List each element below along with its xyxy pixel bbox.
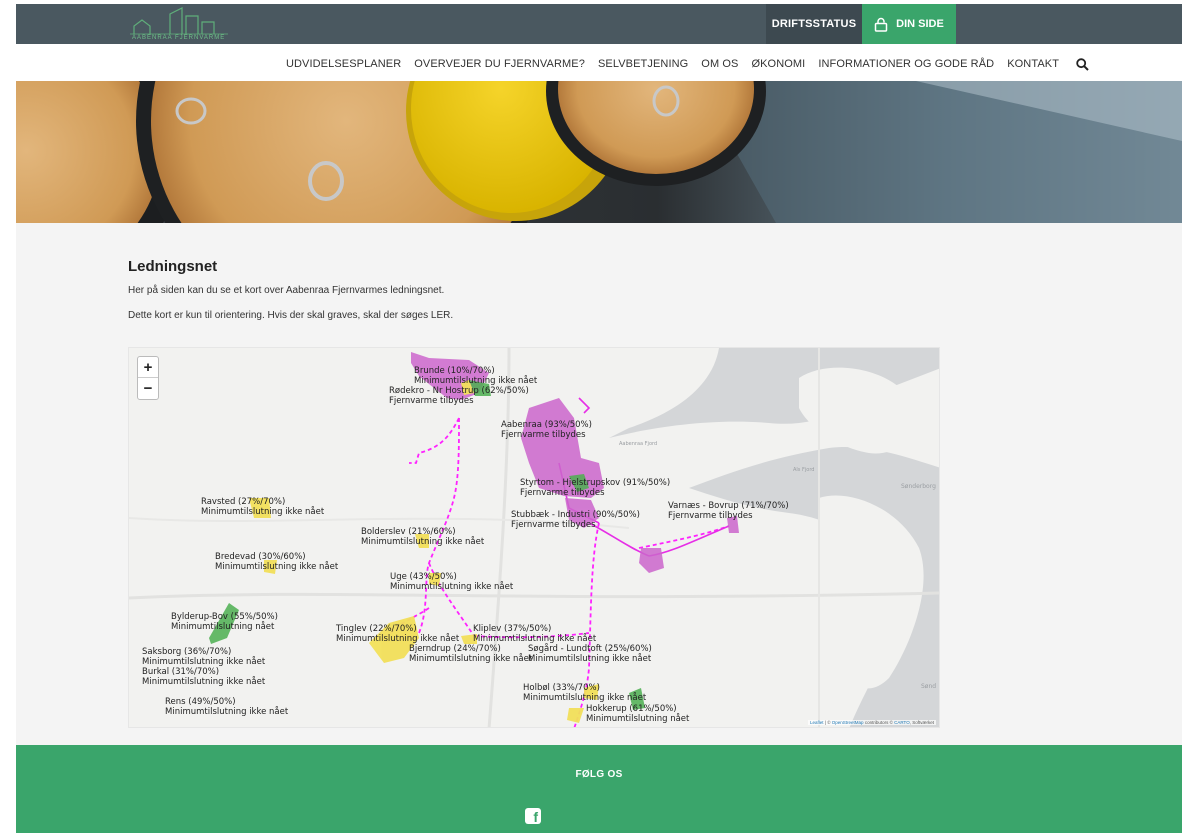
nav-item-okonomi[interactable]: ØKONOMI xyxy=(751,58,805,70)
note-text: Dette kort er kun til orientering. Hvis … xyxy=(128,310,454,321)
map-label: Uge (43%/50%) Minimumtilslutning ikke nåe… xyxy=(390,572,514,592)
map-attribution: Leaflet | © OpenStreetMap contributors ©… xyxy=(808,720,936,725)
map-label: Holbøl (33%/70%) Minimumtilslutning ikke … xyxy=(523,683,647,703)
map-place-sond: Sønd xyxy=(921,683,937,690)
map-label: Styrtom - Hjelstrupskov (91%/50%) Fjernva… xyxy=(520,478,671,498)
map-label: Burkal (31%/70%) Minimumtilslutning ikke … xyxy=(142,667,266,687)
map-label: Varnæs - Bovrup (71%/70%) Fjernvarme tilb… xyxy=(668,501,789,521)
driftsstatus-label: DRIFTSSTATUS xyxy=(771,18,857,30)
map-label: Tinglev (22%/70%) Minimumtilslutning ikke… xyxy=(336,624,460,644)
driftsstatus-button[interactable]: DRIFTSSTATUS xyxy=(766,4,862,44)
osm-link[interactable]: OpenStreetMap xyxy=(832,720,864,725)
network-map[interactable]: + − Aabenraa Fjord Als Fjord Sønderborg … xyxy=(128,347,940,728)
logo-icon xyxy=(130,7,228,35)
nav-item-udvidelsesplaner[interactable]: UDVIDELSESPLANER xyxy=(286,58,401,70)
main-nav: UDVIDELSESPLANER OVERVEJER DU FJERNVARME… xyxy=(0,54,1187,74)
map-label: Rødekro - Nr Hostrup (62%/50%) Fjernvarme… xyxy=(389,386,529,406)
map-label: Aabenraa (93%/50%) Fjernvarme tilbydes xyxy=(501,420,592,440)
map-label: Bjerndrup (24%/70%) Minimumtilslutning ik… xyxy=(409,644,533,664)
top-bar: AABENRAA FJERNVARME DRIFTSSTATUS DIN SID… xyxy=(16,4,1182,44)
zoom-in-button[interactable]: + xyxy=(138,357,158,378)
map-label: Bolderslev (21%/60%) Minimumtilslutning i… xyxy=(361,527,485,547)
facebook-icon[interactable]: f xyxy=(525,808,541,825)
map-label: Kliplev (37%/50%) Minimumtilslutning ikke… xyxy=(473,624,597,644)
map-label: Rens (49%/50%) Minimumtilslutning ikke nå… xyxy=(165,697,289,717)
intro-text: Her på siden kan du se et kort over Aabe… xyxy=(128,285,445,296)
nav-item-informationer[interactable]: INFORMATIONER OG GODE RÅD xyxy=(818,58,994,70)
nav-item-overvejer[interactable]: OVERVEJER DU FJERNVARME? xyxy=(414,58,585,70)
map-label: Søgård - Lundtoft (25%/60%) Minimumtilslu… xyxy=(528,644,652,664)
follow-us-heading: FØLG OS xyxy=(575,769,623,780)
page-title: Ledningsnet xyxy=(128,258,218,275)
nav-item-om-os[interactable]: OM OS xyxy=(701,58,738,70)
carto-link[interactable]: CARTO xyxy=(894,720,910,725)
nav-item-kontakt[interactable]: KONTAKT xyxy=(1007,58,1059,70)
map-place-als-fjord: Als Fjord xyxy=(793,467,815,473)
logo-text: AABENRAA FJERNVARME xyxy=(132,35,226,41)
map-place-aabenraa-fjord: Aabenraa Fjord xyxy=(619,441,658,447)
map-place-sonderborg: Sønderborg xyxy=(901,483,936,490)
hero-image xyxy=(16,81,1182,223)
map-label: Brunde (10%/70%) Minimumtilslutning ikke … xyxy=(414,366,538,386)
map-label: Stubbæk - Industri (90%/50%) Fjernvarme t… xyxy=(511,510,640,530)
map-label: Saksborg (36%/70%) Minimumtilslutning ikk… xyxy=(142,647,266,667)
pipes-illustration xyxy=(16,81,1182,223)
search-button[interactable] xyxy=(1076,57,1089,71)
search-icon xyxy=(1076,57,1089,71)
zoom-control: + − xyxy=(137,356,159,400)
nav-item-selvbetjening[interactable]: SELVBETJENING xyxy=(598,58,688,70)
logo[interactable]: AABENRAA FJERNVARME xyxy=(128,6,244,44)
lock-icon xyxy=(874,17,888,32)
leaflet-link[interactable]: Leaflet xyxy=(810,720,824,725)
map-label: Ravsted (27%/70%) Minimumtilslutning ikke… xyxy=(201,497,325,517)
map-label: Bredevad (30%/60%) Minimumtilslutning ikk… xyxy=(215,552,339,572)
din-side-label: DIN SIDE xyxy=(896,18,944,30)
din-side-button[interactable]: DIN SIDE xyxy=(862,4,956,44)
map-label: Bylderup-Bov (55%/50%) Minimumtilslutning… xyxy=(171,612,278,632)
map-label: Hokkerup (61%/50%) Minimumtilslutning nåe… xyxy=(586,704,690,724)
footer: FØLG OS f xyxy=(16,745,1182,833)
zoom-out-button[interactable]: − xyxy=(138,378,158,399)
